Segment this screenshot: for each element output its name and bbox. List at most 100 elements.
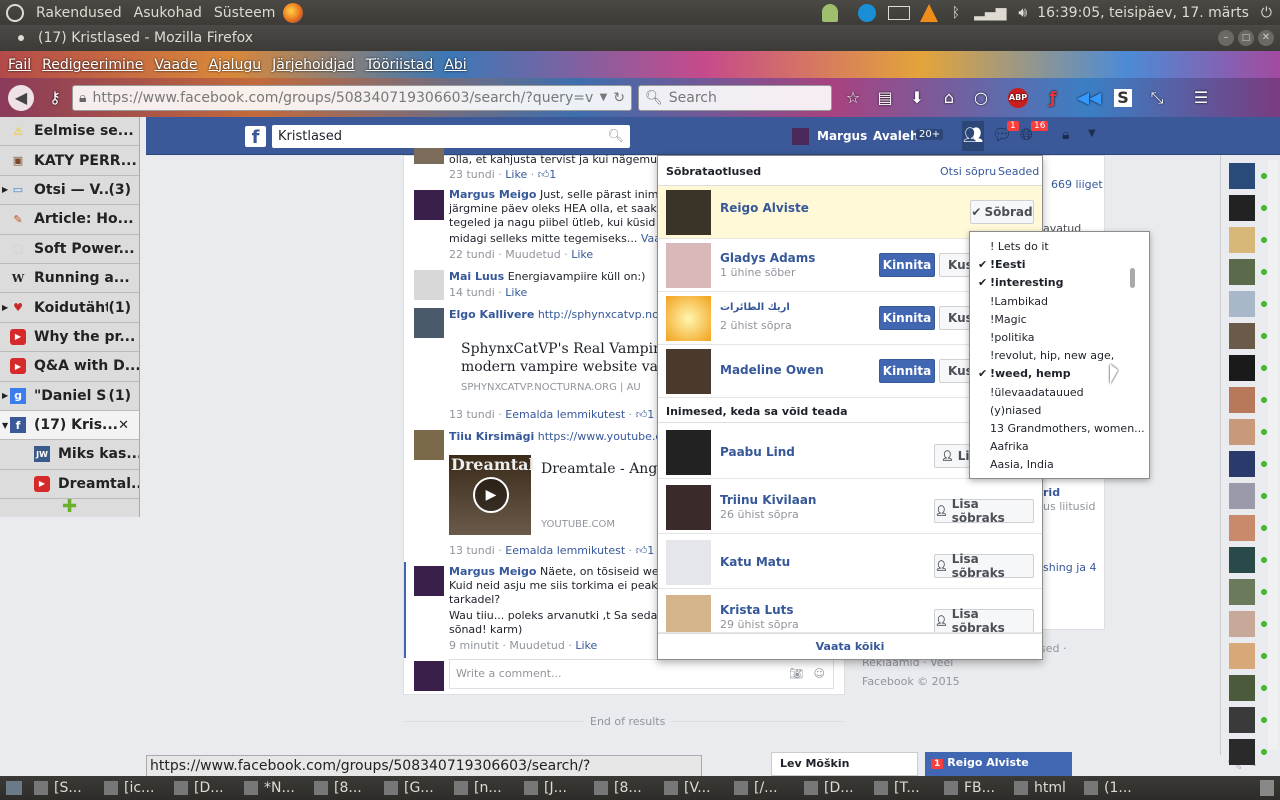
collapse-arrow-icon[interactable]: ▼ <box>2 421 10 430</box>
add-friend-button[interactable]: 👤︎ Lisa sõbraks <box>934 607 1034 632</box>
home-icon[interactable]: ⌂ <box>938 87 960 109</box>
avatar[interactable] <box>414 566 444 596</box>
scrollbar-thumb[interactable] <box>1130 268 1135 288</box>
taskbar-window-button[interactable]: [D... <box>174 780 238 796</box>
reload-icon[interactable]: ↻ <box>613 90 625 106</box>
chat-friend-avatar[interactable] <box>1229 675 1255 701</box>
menu-edit[interactable]: Redigeerimine <box>42 57 143 73</box>
friends-button[interactable]: ✔ Sõbrad <box>970 200 1034 224</box>
menu-file[interactable]: Fail <box>8 57 31 73</box>
menu-bookmarks[interactable]: Järjehoidjad <box>272 57 355 73</box>
friend-list-item[interactable]: Aafrika <box>990 440 1029 453</box>
chat-friend-avatar[interactable] <box>1229 355 1255 381</box>
taskbar-window-button[interactable]: [/... <box>734 780 798 796</box>
close-button[interactable]: ✕ <box>1258 30 1274 46</box>
avatar[interactable] <box>414 308 444 338</box>
downloads-icon[interactable]: ⬇ <box>906 87 928 109</box>
video-thumbnail[interactable]: Dreamtal ▶ <box>449 455 535 535</box>
menu-system[interactable]: Süsteem <box>214 5 275 21</box>
fb-user-name[interactable]: Margus <box>817 129 867 143</box>
chat-friend-avatar[interactable] <box>1229 579 1255 605</box>
firefox-launcher-icon[interactable] <box>283 2 304 23</box>
tab-item[interactable]: ▶ ♥ Koidutäht (1) <box>0 293 139 323</box>
unfavorite-link[interactable]: Eemalda lemmikutest <box>505 544 625 557</box>
friend-list-item[interactable]: (y)niased <box>990 404 1041 417</box>
commenter-name[interactable]: Mai Luus <box>449 270 504 283</box>
network-icon[interactable]: ▂▄▆ <box>974 5 1006 21</box>
chat-friend-avatar[interactable] <box>1229 323 1255 349</box>
confirm-button[interactable]: Kinnita <box>879 253 935 277</box>
back-button[interactable]: ◀ <box>8 84 34 111</box>
expand-arrow-icon[interactable]: ▶ <box>2 185 10 194</box>
tab-item[interactable]: ▶ Dreamtal... <box>0 470 139 500</box>
friend-requests-icon[interactable]: 👥︎ <box>962 121 984 151</box>
person-name[interactable]: Paabu Lind <box>720 445 795 459</box>
friend-list-item[interactable]: !interesting <box>990 276 1064 289</box>
friend-list-item[interactable]: ! Lets do it <box>990 240 1049 253</box>
friend-list-item[interactable]: !politika <box>990 331 1035 344</box>
new-tab-plus-icon[interactable]: ✚ <box>0 498 139 516</box>
commenter-name[interactable]: Margus Meigo <box>449 188 536 201</box>
tab-item[interactable]: ▶g "Daniel S...(1) <box>0 382 139 411</box>
person-photo[interactable] <box>666 540 711 585</box>
taskbar-window-button[interactable]: [ic... <box>104 780 168 796</box>
person-name[interactable]: Krista Luts <box>720 603 794 617</box>
power-icon[interactable]: ⏻ <box>1261 5 1272 21</box>
taskbar-window-button[interactable]: html <box>1014 780 1078 796</box>
maximize-button[interactable]: □ <box>1238 30 1254 46</box>
confirm-button[interactable]: Kinnita <box>879 359 935 383</box>
flash-icon[interactable]: ƒ <box>1042 87 1064 109</box>
show-desktop-icon[interactable] <box>6 781 22 795</box>
tab-item[interactable]: ▣ KATY PERR... <box>0 146 139 176</box>
commenter-name[interactable]: Elgo Kallivere <box>449 308 534 321</box>
tab-item[interactable]: W Running a... <box>0 264 139 294</box>
add-friend-button[interactable]: 👤︎ Lisa sõbraks <box>934 497 1034 525</box>
avatar[interactable] <box>414 148 444 164</box>
bluetooth-icon[interactable]: ᛒ <box>952 5 960 21</box>
like-link[interactable]: Like <box>571 248 593 261</box>
fb-search-input[interactable]: Kristlased 🔍︎ <box>272 125 630 148</box>
friend-list-item[interactable]: !Magic <box>990 313 1027 326</box>
keyboard-icon[interactable] <box>887 5 910 20</box>
chat-friend-avatar[interactable] <box>1229 291 1255 317</box>
person-photo[interactable] <box>666 485 711 530</box>
confirm-button[interactable]: Kinnita <box>879 306 935 330</box>
tab-item[interactable]: □ Soft Power... <box>0 235 139 264</box>
bookmark-star-icon[interactable]: ☆ <box>842 87 864 109</box>
person-photo[interactable] <box>666 430 711 475</box>
friend-photo[interactable] <box>666 243 711 288</box>
chat-friend-avatar[interactable] <box>1229 227 1255 253</box>
tab-item[interactable]: ⚠ Eelmise se... <box>0 117 139 147</box>
unfavorite-link[interactable]: Eemalda lemmikutest <box>505 408 625 421</box>
avatar[interactable] <box>414 430 444 460</box>
bookmarks-list-icon[interactable]: ▤ <box>874 87 896 109</box>
tab-item[interactable]: ✎ Article: Ho... <box>0 205 139 235</box>
rewind-icon[interactable]: ◀◀ <box>1077 87 1102 109</box>
menu-history[interactable]: Ajalugu <box>209 57 262 73</box>
taskbar-window-button[interactable]: (1... <box>1084 780 1148 796</box>
fb-search-icon[interactable]: 🔍︎ <box>607 125 624 148</box>
like-link[interactable]: Like <box>505 168 527 181</box>
friend-list-item[interactable]: !Lambikad <box>990 295 1048 308</box>
minimize-button[interactable]: – <box>1218 30 1234 46</box>
info-snippet[interactable]: rid <box>1043 486 1060 499</box>
expand-arrow-icon[interactable]: ▶ <box>2 303 10 312</box>
fb-user-avatar[interactable] <box>792 128 809 145</box>
chat-scrollbar[interactable] <box>1268 160 1278 750</box>
friend-list-item[interactable]: !ülevaadatauued <box>990 386 1084 399</box>
vlc-icon[interactable] <box>919 3 938 22</box>
friend-list-item[interactable]: !revolut, hip, new age, <box>990 349 1114 362</box>
tab-item[interactable]: ▶ Q&A with D... <box>0 352 139 382</box>
taskbar-window-button[interactable]: [J... <box>524 780 588 796</box>
avatar[interactable] <box>414 270 444 300</box>
chat-friend-avatar[interactable] <box>1229 483 1255 509</box>
add-friend-button[interactable]: 👤︎ Lisa sõbraks <box>934 552 1034 580</box>
tab-item[interactable]: ▼ f (17) Kris... ✕ <box>0 410 139 441</box>
chat-friend-avatar[interactable] <box>1229 451 1255 477</box>
taskbar-window-button[interactable]: *N... <box>244 780 308 796</box>
tab-item[interactable]: ▶ Why the pr... <box>0 323 139 353</box>
find-friends-link[interactable]: Otsi sõpru <box>940 165 996 178</box>
url-dropdown-icon[interactable]: ▼ <box>600 92 608 103</box>
friend-name[interactable]: اريك الطائرات <box>720 302 790 313</box>
friend-name[interactable]: Madeline Owen <box>720 363 824 377</box>
